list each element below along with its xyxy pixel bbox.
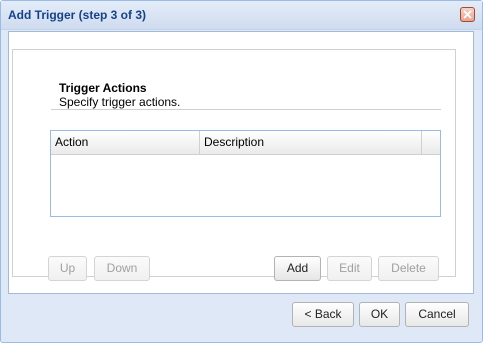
column-header-spacer: [422, 131, 440, 154]
dialog-body: Trigger Actions Specify trigger actions.…: [8, 31, 474, 294]
column-header-action[interactable]: Action: [51, 131, 200, 154]
section-subtitle: Specify trigger actions.: [59, 95, 181, 109]
wizard-panel: Trigger Actions Specify trigger actions.…: [12, 49, 456, 281]
down-button[interactable]: Down: [94, 256, 150, 281]
close-icon: [463, 10, 472, 19]
ok-button[interactable]: OK: [359, 302, 400, 327]
section-divider: [51, 109, 441, 110]
edit-button[interactable]: Edit: [327, 256, 372, 281]
add-trigger-dialog: Add Trigger (step 3 of 3) Trigger Action…: [0, 0, 483, 343]
dialog-title: Add Trigger (step 3 of 3): [8, 8, 147, 22]
actions-grid[interactable]: Action Description: [50, 130, 441, 217]
delete-button[interactable]: Delete: [378, 256, 439, 281]
column-header-description[interactable]: Description: [200, 131, 422, 154]
section-title: Trigger Actions: [59, 81, 147, 95]
title-bar[interactable]: Add Trigger (step 3 of 3): [1, 1, 482, 30]
back-button[interactable]: < Back: [292, 302, 354, 327]
close-button[interactable]: [460, 7, 475, 22]
add-button[interactable]: Add: [274, 256, 321, 281]
grid-header: Action Description: [51, 131, 440, 155]
up-button[interactable]: Up: [48, 256, 87, 281]
cancel-button[interactable]: Cancel: [405, 302, 469, 327]
